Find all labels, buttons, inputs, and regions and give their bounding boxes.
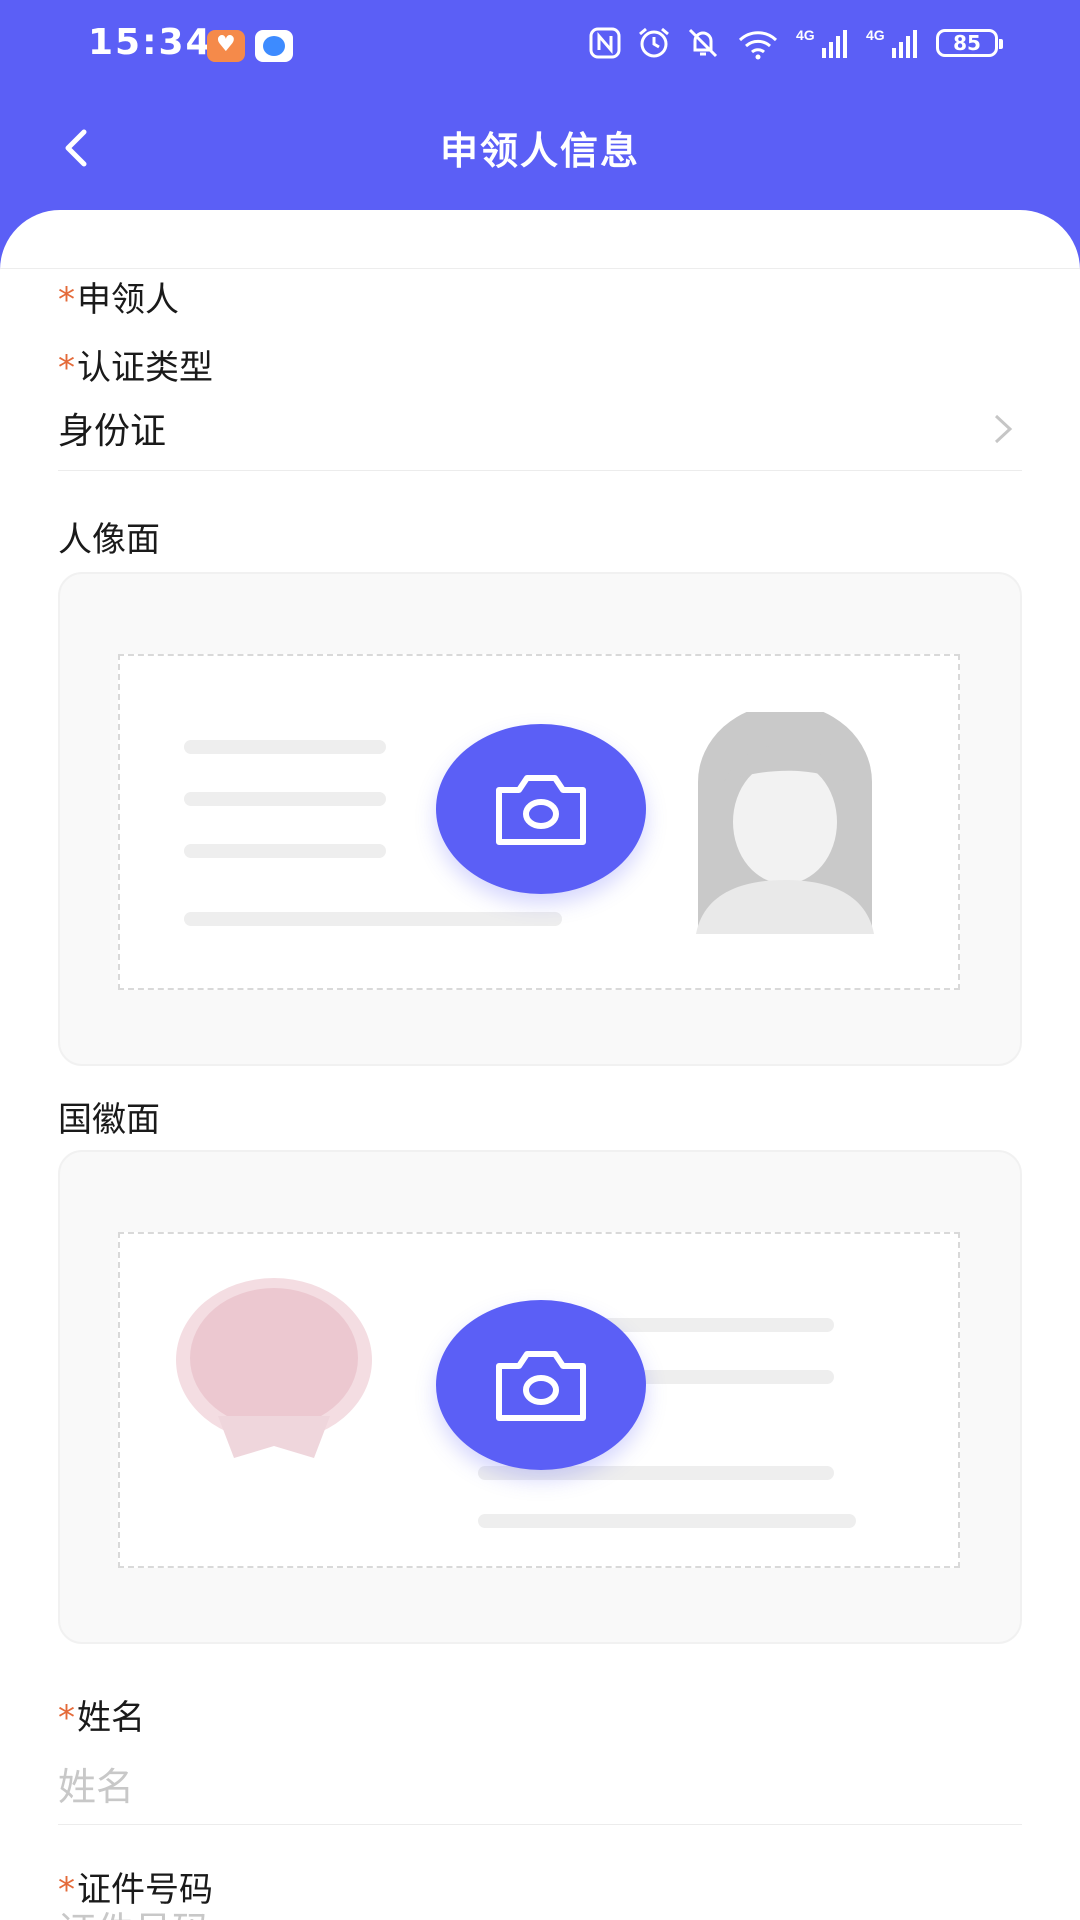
id-number-input[interactable]: 证件号码 <box>58 1900 210 1920</box>
emblem-placeholder-icon <box>176 1278 372 1458</box>
nfc-icon <box>589 27 621 59</box>
status-bar: 15:34 4G 4G <box>0 0 1080 92</box>
chevron-right-icon[interactable] <box>992 412 1014 446</box>
applicant-label: *申领人 <box>58 280 179 320</box>
status-time: 15:34 <box>88 22 213 63</box>
placeholder-line <box>184 912 562 926</box>
app-notification-icon <box>255 30 293 62</box>
svg-text:4G: 4G <box>866 27 885 43</box>
navigation-bar: 申领人信息 <box>0 92 1080 202</box>
battery-icon: 85 <box>936 29 1003 57</box>
form-content: *申领人 *认证类型 身份证 人像面 国徽面 *姓名 姓名 *证件号码 <box>0 210 1080 1920</box>
divider <box>58 470 1022 471</box>
required-mark: * <box>58 348 75 388</box>
required-mark: * <box>58 1698 75 1738</box>
portrait-upload-card[interactable] <box>58 572 1022 1066</box>
name-input[interactable]: 姓名 <box>58 1756 134 1811</box>
wifi-icon <box>738 31 778 60</box>
app-notification-icon <box>207 30 245 62</box>
emblem-side-label: 国徽面 <box>58 1100 160 1140</box>
name-label: *姓名 <box>58 1698 145 1738</box>
placeholder-line <box>184 844 386 858</box>
battery-level: 85 <box>953 31 981 55</box>
alarm-icon <box>639 27 669 58</box>
required-mark: * <box>58 280 75 320</box>
page-title: 申领人信息 <box>439 129 640 173</box>
signal-4g-icon: 4G <box>796 27 847 58</box>
status-icons: 4G 4G 85 <box>588 26 1003 60</box>
placeholder-line <box>184 792 386 806</box>
cert-type-label: *认证类型 <box>58 348 213 388</box>
camera-icon <box>496 1351 586 1421</box>
placeholder-line <box>478 1514 856 1528</box>
placeholder-line <box>184 740 386 754</box>
emblem-upload-card[interactable] <box>58 1150 1022 1644</box>
cert-type-select[interactable]: 身份证 <box>58 402 166 454</box>
mute-bell-icon <box>688 28 718 58</box>
svg-text:4G: 4G <box>796 27 815 43</box>
avatar-placeholder-icon <box>696 712 874 934</box>
camera-button[interactable] <box>436 1300 646 1470</box>
camera-button[interactable] <box>436 724 646 894</box>
divider <box>58 1824 1022 1825</box>
portrait-side-label: 人像面 <box>58 520 160 560</box>
divider <box>0 268 1080 269</box>
camera-icon <box>496 775 586 845</box>
signal-4g-icon: 4G <box>866 27 917 58</box>
